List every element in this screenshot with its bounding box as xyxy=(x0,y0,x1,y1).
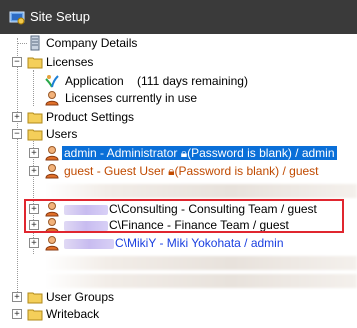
licenses-in-use-label: Licenses currently in use xyxy=(65,91,198,105)
tree-item-user-guest[interactable]: + guest - Guest User 🔒︎(Password is blan… xyxy=(0,163,357,179)
writeback-label: Writeback xyxy=(46,307,100,321)
title-bar: Site Setup xyxy=(0,0,357,34)
redacted-row xyxy=(44,256,357,270)
company-details-label: Company Details xyxy=(46,36,138,50)
tree-item-licenses-in-use[interactable]: Licenses currently in use xyxy=(0,90,357,106)
licenses-label: Licenses xyxy=(46,55,94,69)
redacted-domain xyxy=(64,238,114,249)
expand-admin-button[interactable]: + xyxy=(29,148,39,158)
folder-icon xyxy=(27,112,43,124)
application-remaining: (111 days remaining) xyxy=(137,74,248,88)
user-icon xyxy=(45,164,59,179)
tree-item-company-details[interactable]: Company Details xyxy=(0,35,357,51)
window-title: Site Setup xyxy=(30,9,90,24)
user-miki-label: C\MikiY - Miki Yokohata / admin xyxy=(64,236,284,250)
users-label: Users xyxy=(46,127,78,141)
folder-icon xyxy=(27,57,43,69)
user-guest-note: (Password is blank) / guest xyxy=(174,164,319,178)
user-admin-name: admin - Administrator xyxy=(64,146,178,160)
expand-guest-button[interactable]: + xyxy=(29,166,39,176)
user-miki-text: C\MikiY - Miki Yokohata / admin xyxy=(115,236,284,250)
user-guest-name: guest - Guest User xyxy=(64,164,165,178)
tree-item-user-miki[interactable]: + C\MikiY - Miki Yokohata / admin xyxy=(0,235,357,251)
user-admin-note: (Password is blank) / admin xyxy=(187,146,335,160)
tree-item-user-admin[interactable]: + admin - Administrator 🔒︎(Password is b… xyxy=(0,145,357,161)
tree-item-writeback[interactable]: + Writeback xyxy=(0,306,357,322)
collapse-users-button[interactable]: − xyxy=(12,129,22,139)
highlight-box xyxy=(24,199,344,233)
user-guest-label: guest - Guest User 🔒︎(Password is blank)… xyxy=(64,164,319,178)
collapse-licenses-button[interactable]: − xyxy=(12,57,22,67)
redacted-row xyxy=(44,184,357,198)
expand-user-groups-button[interactable]: + xyxy=(12,292,22,302)
user-icon xyxy=(45,91,59,106)
expand-writeback-button[interactable]: + xyxy=(12,309,22,319)
expand-miki-button[interactable]: + xyxy=(29,238,39,248)
user-icon xyxy=(45,236,59,251)
site-setup-icon xyxy=(9,11,25,25)
user-icon xyxy=(45,146,59,161)
server-icon xyxy=(30,35,40,51)
application-icon xyxy=(45,75,59,88)
expand-product-settings-button[interactable]: + xyxy=(12,112,22,122)
user-admin-label: admin - Administrator 🔒︎(Password is bla… xyxy=(62,146,337,160)
redacted-row xyxy=(44,274,357,288)
site-tree[interactable]: Company Details − Licenses Application (… xyxy=(0,34,357,328)
product-settings-label: Product Settings xyxy=(46,110,135,124)
folder-icon xyxy=(27,129,43,141)
tree-item-product-settings[interactable]: + Product Settings xyxy=(0,109,357,125)
folder-icon xyxy=(27,309,43,321)
tree-item-application[interactable]: Application (111 days remaining) xyxy=(0,73,357,89)
folder-icon xyxy=(27,292,43,304)
tree-item-user-groups[interactable]: + User Groups xyxy=(0,289,357,305)
tree-item-licenses[interactable]: − Licenses xyxy=(0,54,357,70)
user-groups-label: User Groups xyxy=(46,290,115,304)
tree-item-users[interactable]: − Users xyxy=(0,126,357,142)
application-label: Application xyxy=(65,74,124,88)
